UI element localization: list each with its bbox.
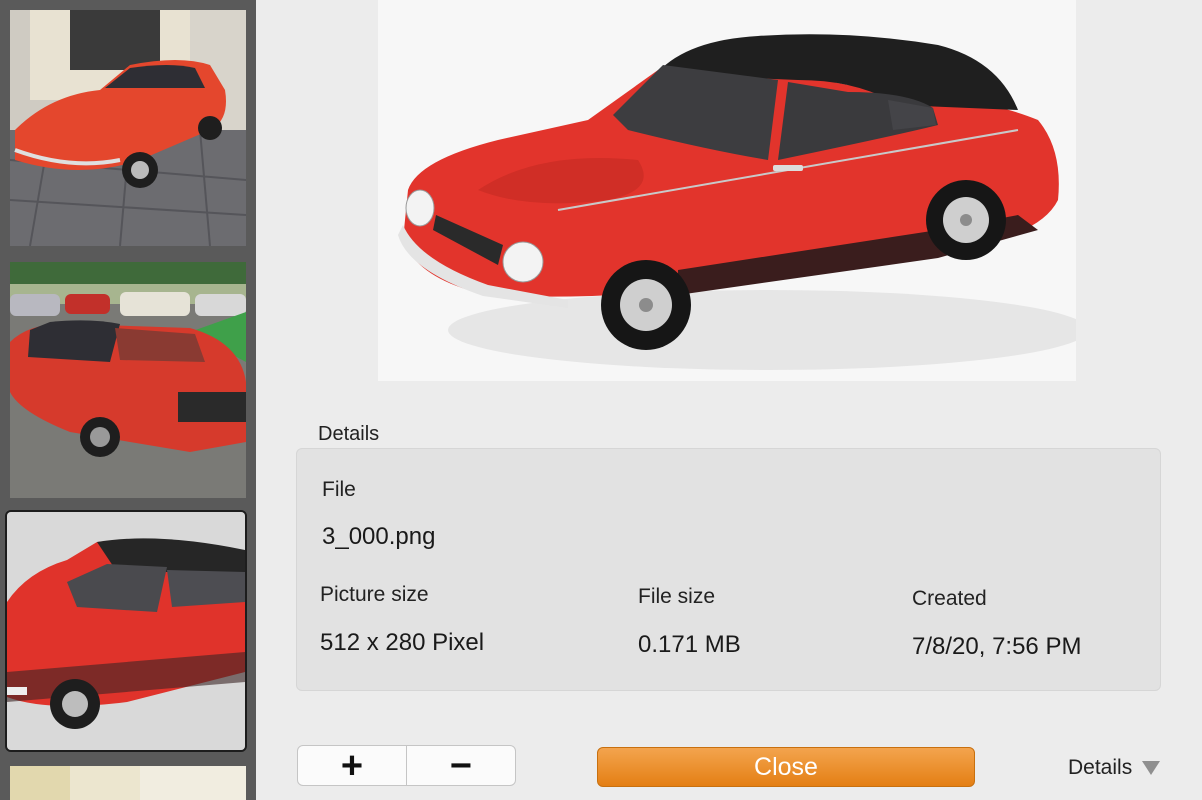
file-label: File bbox=[322, 478, 356, 501]
thumbnail-image bbox=[10, 10, 246, 246]
created-value: 7/8/20, 7:56 PM bbox=[912, 633, 1082, 660]
disclosure-triangle-icon bbox=[1142, 761, 1161, 775]
picture-size-value: 512 x 280 Pixel bbox=[320, 629, 485, 656]
thumbnail-red-coupe-rear-show[interactable] bbox=[10, 262, 246, 498]
details-toggle-label: Details bbox=[1068, 756, 1133, 779]
minus-button[interactable]: − bbox=[406, 746, 515, 785]
file-size-value: 0.171 MB bbox=[638, 631, 741, 658]
zoom-stepper[interactable]: + − bbox=[297, 745, 516, 786]
plus-button[interactable]: + bbox=[298, 746, 406, 785]
thumbnail-red-coupe-model[interactable] bbox=[5, 510, 247, 752]
file-size-label: File size bbox=[638, 585, 716, 608]
thumbnail-image bbox=[10, 262, 246, 498]
close-button[interactable]: Close bbox=[597, 747, 975, 787]
thumbnail-sidebar[interactable] bbox=[0, 0, 256, 800]
preview-car-image bbox=[378, 0, 1076, 381]
created-label: Created bbox=[912, 587, 987, 610]
thumbnail-building-partial[interactable] bbox=[10, 766, 246, 800]
thumbnail-red-coupe-front-parked[interactable] bbox=[10, 10, 246, 246]
thumbnail-image bbox=[10, 766, 246, 800]
image-preview bbox=[378, 0, 1076, 381]
details-panel: File 3_000.png Picture size 512 x 280 Pi… bbox=[296, 448, 1161, 691]
file-value: 3_000.png bbox=[322, 523, 436, 550]
thumbnail-image bbox=[7, 512, 245, 750]
details-heading: Details bbox=[318, 423, 380, 445]
picture-size-label: Picture size bbox=[320, 583, 429, 606]
details-toggle[interactable]: Details bbox=[1068, 756, 1161, 780]
